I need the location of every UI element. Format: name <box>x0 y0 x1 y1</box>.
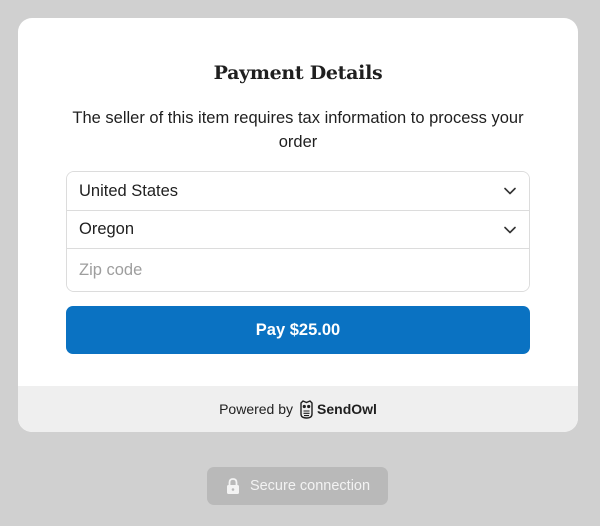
zip-code-field <box>67 248 529 291</box>
zip-code-input[interactable] <box>79 260 517 280</box>
powered-by-label: Powered by <box>219 401 294 417</box>
payment-details-modal: Payment Details The seller of this item … <box>18 18 578 432</box>
chevron-down-icon <box>504 187 516 195</box>
owl-logo-icon <box>300 399 313 419</box>
secure-connection-badge: Secure connection <box>207 467 388 505</box>
country-select-value: United States <box>79 181 179 200</box>
powered-by-footer: Powered by SendOwl <box>18 386 578 432</box>
country-select[interactable]: United States <box>67 172 529 210</box>
state-select-value: Oregon <box>79 220 135 238</box>
state-select[interactable]: Oregon <box>67 210 529 248</box>
page-title: Payment Details <box>213 62 383 84</box>
secure-connection-label: Secure connection <box>249 478 371 494</box>
tax-info-text: The seller of this item requires tax inf… <box>72 109 524 151</box>
tax-form: United States Oregon <box>66 171 530 292</box>
pay-button[interactable]: Pay $25.00 <box>66 306 530 354</box>
chevron-down-icon <box>504 226 516 233</box>
lock-icon <box>226 478 239 494</box>
sendowl-brand: SendOwl <box>317 401 377 417</box>
